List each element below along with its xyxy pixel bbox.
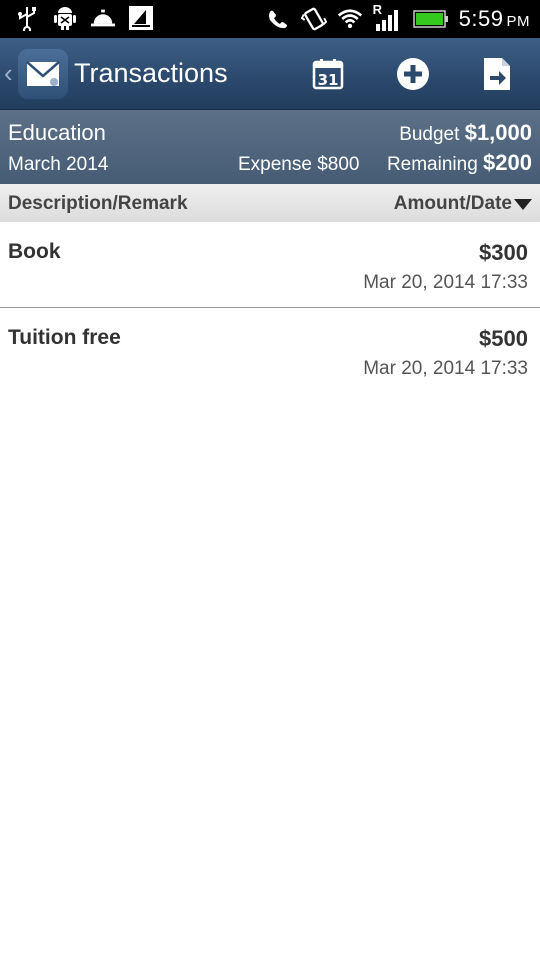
svg-text:31: 31 <box>318 71 339 89</box>
calendar-icon: 31 <box>312 59 344 90</box>
amount-date-label: Amount/Date <box>393 193 512 214</box>
calendar-button[interactable]: 31 <box>308 54 348 94</box>
back-chevron-icon[interactable]: ‹ <box>4 60 13 86</box>
budget-summary: Education March 2014 Budget $1,000 Expen… <box>0 110 540 184</box>
budget-value: $1,000 <box>464 120 532 145</box>
period-label: March 2014 <box>8 154 109 175</box>
usb-icon <box>14 5 40 31</box>
notification-icons <box>14 5 154 31</box>
budget-amount: Budget $1,000 <box>399 120 532 146</box>
wifi-icon <box>337 6 363 32</box>
amount-date-column-header[interactable]: Amount/Date <box>394 193 532 215</box>
export-button[interactable] <box>477 54 517 94</box>
action-bar: ‹ Transactions 31 <box>0 38 540 110</box>
budget-label: Budget <box>399 124 460 145</box>
transaction-amount: $500 <box>479 326 528 351</box>
clock-ampm: PM <box>506 13 530 30</box>
remaining-value: $200 <box>483 150 532 175</box>
app-icon[interactable] <box>18 49 68 99</box>
clock-time: 5:59 <box>458 6 504 31</box>
description-column-header[interactable]: Description/Remark <box>8 193 188 215</box>
transaction-list: Book $300 Mar 20, 2014 17:33 Tuition fre… <box>0 222 540 394</box>
signal-icon: R <box>373 2 403 32</box>
transaction-row[interactable]: Tuition free $500 Mar 20, 2014 17:33 <box>0 308 540 394</box>
phone-icon <box>265 6 291 32</box>
transaction-description: Book <box>8 240 61 263</box>
add-icon <box>397 58 429 90</box>
remaining-amount: Remaining $200 <box>387 150 532 176</box>
transaction-date: Mar 20, 2014 17:33 <box>363 272 528 293</box>
android-debug-icon <box>52 5 78 31</box>
add-transaction-button[interactable] <box>393 54 433 94</box>
clock: 5:59 PM <box>459 6 530 32</box>
envelope-icon <box>26 61 60 86</box>
expense-amount: Expense $800 <box>238 154 360 176</box>
transaction-date: Mar 20, 2014 17:33 <box>363 358 528 379</box>
expense-label: Expense <box>238 154 312 175</box>
expense-value: $800 <box>317 154 360 175</box>
page-title: Transactions <box>74 58 228 88</box>
export-icon <box>484 58 510 90</box>
status-bar: R 5:59 PM <box>0 0 540 38</box>
transaction-description: Tuition free <box>8 326 121 349</box>
bell-icon <box>90 5 116 31</box>
category-name: Education <box>8 120 106 145</box>
remaining-label: Remaining <box>386 154 478 175</box>
battery-icon <box>412 6 449 32</box>
system-icons: R 5:59 PM <box>265 2 530 34</box>
roaming-badge: R <box>372 2 383 17</box>
sailboat-icon <box>128 5 154 31</box>
transaction-row[interactable]: Book $300 Mar 20, 2014 17:33 <box>0 222 540 308</box>
column-header: Description/Remark Amount/Date <box>0 184 540 222</box>
sort-descending-icon <box>514 198 532 210</box>
transaction-amount: $300 <box>479 240 528 265</box>
vibrate-icon <box>300 6 327 32</box>
